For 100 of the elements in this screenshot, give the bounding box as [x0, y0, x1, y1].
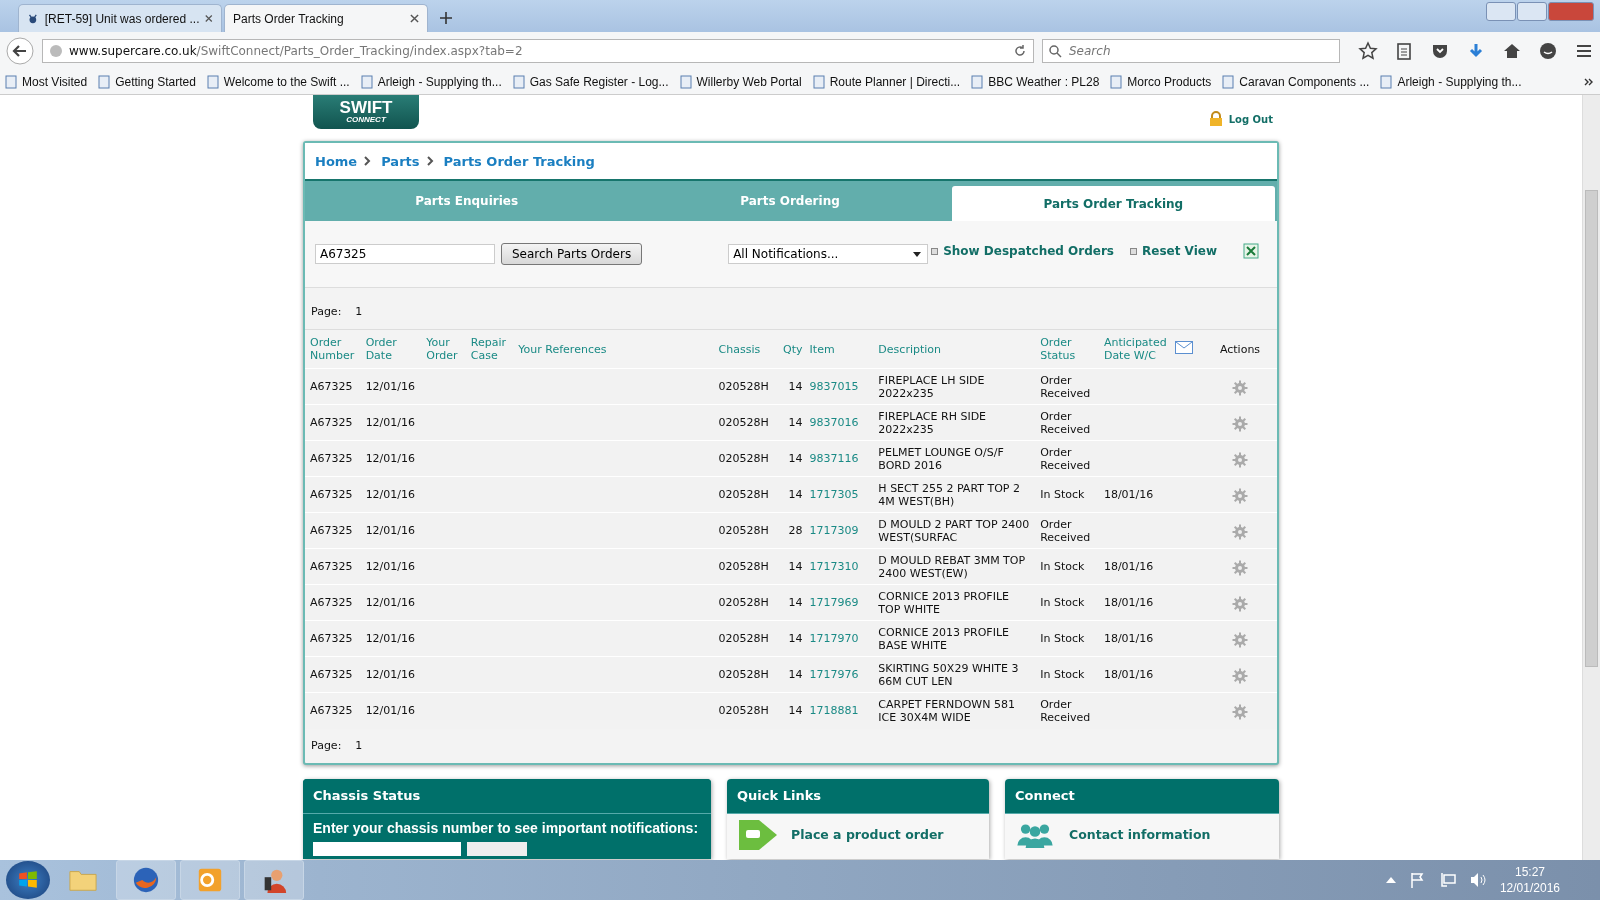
home-icon[interactable]	[1502, 41, 1522, 61]
item-link[interactable]: 1717969	[809, 596, 859, 609]
flag-icon[interactable]	[1409, 872, 1426, 888]
column-header[interactable]: Your Order	[421, 330, 466, 369]
notifications-dropdown[interactable]: All Notifications...	[728, 244, 929, 264]
panel-link[interactable]: Place a product order	[791, 827, 944, 842]
address-bar[interactable]: www.supercare.co.uk/SwiftConnect/Parts_Order_Tracking/index.aspx?tab=2	[42, 39, 1034, 63]
logo[interactable]: SWIFT CONNECT	[313, 95, 419, 129]
breadcrumb-link[interactable]: Home	[315, 153, 358, 169]
column-header[interactable]: Qty	[774, 330, 805, 369]
back-icon[interactable]	[6, 37, 34, 65]
item-link[interactable]: 1717310	[809, 560, 859, 573]
bookmark-link[interactable]: Caravan Components ...	[1221, 75, 1370, 89]
item-link[interactable]: 1717970	[809, 632, 859, 645]
table-cell: A67325	[305, 512, 361, 549]
clock[interactable]: 15:27 12/01/2016	[1499, 864, 1560, 896]
section-tab[interactable]: Parts Ordering	[628, 181, 952, 221]
column-header[interactable]: Chassis	[713, 330, 775, 369]
page-icon	[970, 75, 985, 89]
up-arrow-icon[interactable]	[1385, 877, 1396, 883]
gear-icon[interactable]	[1232, 380, 1248, 396]
bookmark-link[interactable]: BBC Weather : PL28	[970, 75, 1100, 89]
table-cell: 12/01/16	[360, 692, 422, 729]
bookmark-link[interactable]: Welcome to the Swift ...	[205, 75, 350, 89]
item-link[interactable]: 1717309	[809, 524, 859, 537]
gear-icon[interactable]	[1232, 668, 1248, 684]
item-link[interactable]: 1718881	[809, 704, 859, 718]
column-header[interactable]: Order Status	[1035, 330, 1099, 369]
gear-icon[interactable]	[1232, 704, 1248, 721]
table-cell: Order Received	[1035, 368, 1099, 405]
start-button[interactable]	[6, 861, 50, 899]
column-header[interactable]: Repair Case	[465, 330, 514, 369]
bookmark-link[interactable]: Morco Products	[1109, 75, 1212, 89]
column-header[interactable]: Anticipated Date W/C	[1098, 330, 1170, 369]
column-header[interactable]: Description	[873, 330, 1036, 369]
section-tab[interactable]: Parts Enquiries	[305, 181, 629, 221]
item-link[interactable]: 9837016	[809, 416, 859, 429]
bookmark-link[interactable]: Gas Safe Register - Log...	[511, 75, 669, 89]
gear-icon[interactable]	[1232, 416, 1248, 432]
toolbar-link[interactable]: Reset View	[1130, 244, 1217, 258]
item-link[interactable]: 1717305	[809, 488, 859, 501]
gear-icon[interactable]	[1232, 560, 1248, 576]
bookmark-link[interactable]: Route Planner | Directi...	[811, 75, 961, 89]
item-link[interactable]: 1717976	[809, 668, 859, 681]
table-cell: CORNICE 2013 PROFILE BASE WHITE	[873, 620, 1036, 657]
column-header[interactable]: Order Number	[305, 330, 361, 369]
search-field[interactable]: Search	[1042, 39, 1340, 63]
bookmark-link[interactable]: Getting Started	[97, 75, 196, 89]
table-cell: In Stock	[1035, 656, 1099, 693]
panel-link[interactable]: Contact information	[1069, 827, 1211, 842]
gear-icon[interactable]	[1232, 632, 1248, 648]
table-cell: A67325	[305, 476, 361, 513]
table-cell: Order Received	[1035, 692, 1099, 729]
column-header[interactable]: Your References	[513, 330, 714, 369]
bookmark-link[interactable]: Arleigh - Supplying th...	[359, 75, 502, 89]
breadcrumb-link[interactable]: Parts	[381, 153, 420, 169]
chassis-field[interactable]	[313, 841, 461, 856]
table-cell: D MOULD REBAT 3MM TOP 2400 WEST(EW)	[873, 548, 1036, 585]
page-number[interactable]: 1	[355, 739, 363, 752]
table-cell: 18/01/16	[1103, 668, 1154, 681]
plus-icon[interactable]	[440, 12, 452, 24]
browser-tab[interactable]: [RET-59] Unit was ordered ...	[18, 4, 222, 32]
item-link[interactable]: 9837015	[809, 380, 859, 393]
envelope-icon[interactable]	[1174, 341, 1193, 354]
reload-icon[interactable]	[1013, 44, 1027, 58]
bookmark-link[interactable]: Most Visited	[4, 75, 88, 89]
gear-icon[interactable]	[1232, 596, 1248, 612]
order-search-field[interactable]: A67325	[315, 244, 495, 264]
scrollbar[interactable]	[1582, 95, 1600, 860]
gear-icon[interactable]	[1232, 488, 1248, 504]
chassis-button[interactable]	[467, 841, 527, 856]
taskbar-button[interactable]	[244, 860, 304, 900]
column-header[interactable]: Order Date	[360, 330, 422, 369]
panel-title: Quick Links	[727, 778, 989, 814]
panel-text: Enter your chassis number to see important notifications:	[313, 819, 699, 836]
star-icon[interactable]	[1358, 41, 1378, 61]
network-icon[interactable]	[1439, 872, 1456, 888]
column-header[interactable]: Item	[804, 330, 874, 369]
breadcrumb-link[interactable]: Parts Order Tracking	[443, 153, 595, 169]
speaker-icon[interactable]	[1469, 872, 1486, 888]
bookmark-link[interactable]: Willerby Web Portal	[678, 75, 802, 89]
double-chevron-icon[interactable]	[1584, 78, 1594, 86]
table-cell: 12/01/16	[360, 584, 422, 621]
page-number[interactable]: 1	[355, 305, 363, 318]
clipboard-icon[interactable]	[1394, 41, 1414, 61]
section-tab[interactable]: Parts Order Tracking	[951, 186, 1275, 221]
logout-link[interactable]: Log Out	[1208, 111, 1273, 127]
table-cell: 28	[774, 512, 805, 549]
table-cell: FIREPLACE LH SIDE 2022x235	[873, 368, 1036, 405]
table-cell: FIREPLACE RH SIDE 2022x235	[873, 404, 1036, 441]
bookmark-link[interactable]: Arleigh - Supplying th...	[1379, 75, 1522, 89]
item-link[interactable]: 9837116	[809, 452, 859, 465]
browser-tab[interactable]: Parts Order Tracking	[224, 4, 428, 32]
taskbar-button[interactable]	[116, 860, 176, 900]
gear-icon[interactable]	[1232, 452, 1248, 468]
toolbar-link[interactable]: Show Despatched Orders	[931, 244, 1114, 258]
spreadsheet-icon[interactable]	[1243, 243, 1259, 259]
table-cell: A67325	[305, 656, 361, 693]
search-button[interactable]: Search Parts Orders	[501, 243, 643, 265]
gear-icon[interactable]	[1232, 524, 1248, 540]
